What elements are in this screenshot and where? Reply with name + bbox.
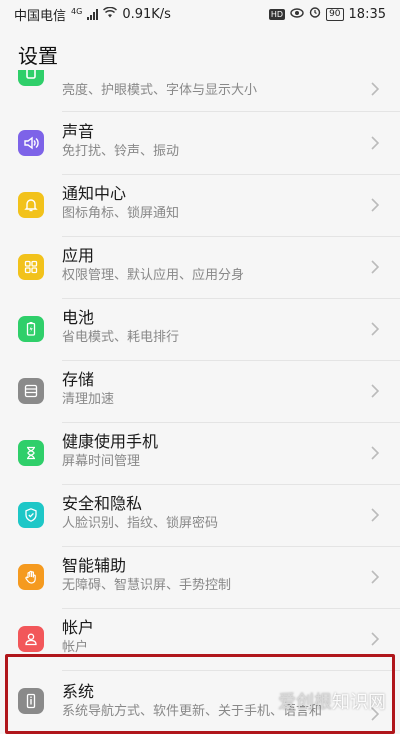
- settings-item-digital-balance-subtitle: 屏幕时间管理: [62, 454, 141, 469]
- network-type: 4G: [71, 6, 83, 16]
- settings-item-notifications[interactable]: 通知中心 图标角标、锁屏通知: [0, 174, 400, 236]
- hand-icon: [18, 564, 44, 590]
- chevron-right-icon: [370, 569, 380, 585]
- settings-item-storage-title: 存储: [62, 370, 95, 389]
- storage-icon: [18, 378, 44, 404]
- settings-item-display-subtitle: 亮度、护眼模式、字体与显示大小: [62, 83, 258, 98]
- settings-item-security[interactable]: 安全和隐私 人脸识别、指纹、锁屏密码: [0, 484, 400, 546]
- settings-item-security-title: 安全和隐私: [62, 494, 143, 513]
- chevron-right-icon: [370, 135, 380, 151]
- settings-item-apps[interactable]: 应用 权限管理、默认应用、应用分身: [0, 236, 400, 298]
- settings-item-smart-assistance-subtitle: 无障碍、智慧识屏、手势控制: [62, 578, 232, 593]
- signal-icon: [87, 8, 99, 20]
- settings-item-battery[interactable]: 电池 省电模式、耗电排行: [0, 298, 400, 360]
- settings-item-notifications-title: 通知中心: [62, 184, 127, 203]
- chevron-right-icon: [370, 445, 380, 461]
- chevron-right-icon: [370, 259, 380, 275]
- settings-item-apps-title: 应用: [62, 246, 95, 265]
- clock-time: 18:35: [348, 6, 386, 22]
- shield-icon: [18, 502, 44, 528]
- chevron-right-icon: [370, 507, 380, 523]
- watermark-part2: 知识网: [332, 692, 386, 713]
- settings-item-smart-assistance[interactable]: 智能辅助 无障碍、智慧识屏、手势控制: [0, 546, 400, 608]
- battery-indicator: 90: [326, 7, 344, 21]
- settings-item-battery-title: 电池: [62, 308, 95, 327]
- display-icon: [18, 70, 44, 86]
- settings-item-storage[interactable]: 存储 清理加速: [0, 360, 400, 422]
- grid-icon: [18, 254, 44, 280]
- chevron-right-icon: [370, 631, 380, 647]
- watermark: 爱创根知识网: [278, 688, 386, 714]
- status-bar-left: 中国电信 4G 0.91K/s: [14, 5, 171, 24]
- hourglass-icon: [18, 440, 44, 466]
- status-bar: 中国电信 4G 0.91K/s HD 90 18:35: [0, 0, 400, 28]
- bell-icon: [18, 192, 44, 218]
- status-bar-right: HD 90 18:35: [268, 6, 386, 22]
- settings-item-apps-subtitle: 权限管理、默认应用、应用分身: [62, 268, 245, 283]
- battery-icon: [18, 316, 44, 342]
- settings-item-sound[interactable]: 声音 免打扰、铃声、振动: [0, 112, 400, 174]
- settings-item-sound-subtitle: 免打扰、铃声、振动: [62, 144, 180, 159]
- alarm-icon: [309, 6, 321, 22]
- settings-item-notifications-subtitle: 图标角标、锁屏通知: [62, 206, 180, 221]
- chevron-right-icon: [370, 81, 380, 97]
- settings-item-digital-balance[interactable]: 健康使用手机 屏幕时间管理: [0, 422, 400, 484]
- settings-item-accounts-subtitle: 帐户: [62, 640, 89, 655]
- network-speed: 0.91K/s: [122, 6, 171, 22]
- phone-info-icon: [18, 688, 44, 714]
- speaker-icon: [18, 130, 44, 156]
- chevron-right-icon: [370, 197, 380, 213]
- settings-item-battery-subtitle: 省电模式、耗电排行: [62, 330, 180, 345]
- user-icon: [18, 626, 44, 652]
- chevron-right-icon: [370, 383, 380, 399]
- chevron-right-icon: [370, 321, 380, 337]
- hd-icon: HD: [268, 8, 286, 20]
- watermark-part1: 爱创根: [278, 692, 332, 713]
- settings-item-sound-title: 声音: [62, 122, 95, 141]
- settings-item-storage-subtitle: 清理加速: [62, 392, 115, 407]
- settings-item-digital-balance-title: 健康使用手机: [62, 432, 159, 451]
- settings-item-smart-assistance-title: 智能辅助: [62, 556, 127, 575]
- settings-item-security-subtitle: 人脸识别、指纹、锁屏密码: [62, 516, 219, 531]
- wifi-icon: [103, 6, 118, 22]
- carrier-name: 中国电信: [14, 8, 67, 24]
- settings-item-accounts-title: 帐户: [62, 618, 95, 637]
- settings-item-accounts[interactable]: 帐户 帐户: [0, 608, 400, 670]
- eye-icon: [290, 7, 304, 22]
